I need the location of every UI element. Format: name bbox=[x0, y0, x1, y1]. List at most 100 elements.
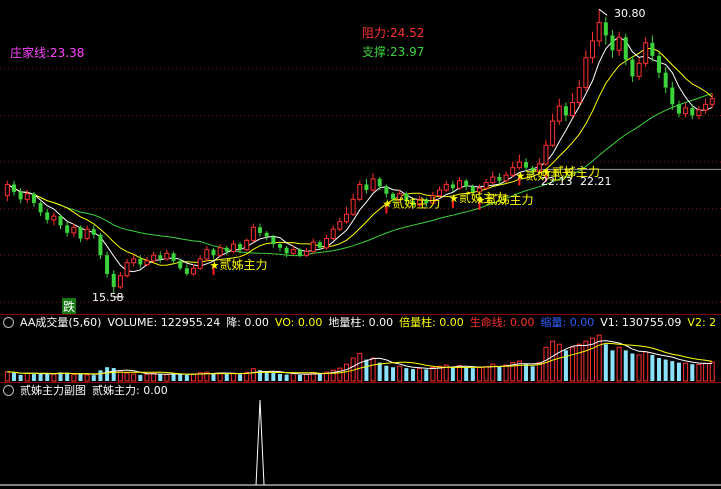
volume-bar bbox=[357, 352, 363, 382]
candle-body-up bbox=[230, 243, 236, 253]
volume-bar bbox=[238, 374, 243, 381]
candle-body-down bbox=[364, 184, 369, 191]
indicator-toggle-icon[interactable] bbox=[3, 384, 14, 396]
candle-body-down bbox=[224, 247, 229, 252]
ma5-line bbox=[7, 36, 713, 273]
volume-bar bbox=[543, 346, 549, 382]
signal-star-icon: ★ bbox=[209, 259, 219, 272]
volume-bar bbox=[297, 374, 302, 381]
candle-body-up bbox=[643, 42, 649, 64]
volume-bar bbox=[277, 373, 282, 381]
candle-body-down bbox=[603, 22, 608, 36]
volume-bar bbox=[164, 374, 170, 382]
volume-bar bbox=[616, 346, 622, 382]
volume-indicator-name[interactable]: AA成交量(5,60) bbox=[20, 316, 101, 329]
volume-bar bbox=[111, 367, 116, 381]
candle-body-up bbox=[636, 62, 642, 77]
candle-body-up bbox=[357, 183, 363, 200]
volume-bar bbox=[191, 373, 197, 382]
candle-body-down bbox=[623, 37, 628, 60]
signal-star-icon: ★ bbox=[515, 170, 525, 183]
candle-body-up bbox=[543, 144, 549, 165]
volume-indicator-item: VOLUME: 122955.24 bbox=[107, 316, 221, 329]
candle-body-down bbox=[211, 249, 216, 256]
candle-body-down bbox=[524, 162, 529, 168]
volume-bar bbox=[696, 363, 702, 382]
candle-body-up bbox=[510, 167, 516, 176]
volume-bar bbox=[670, 361, 675, 381]
volume-bar bbox=[497, 365, 502, 381]
volume-bar bbox=[211, 373, 216, 381]
volume-bar bbox=[450, 366, 455, 381]
volume-indicator-item: V2: 2 bbox=[687, 316, 717, 329]
candle-body-up bbox=[503, 174, 509, 182]
candle-body-up bbox=[696, 109, 702, 117]
volume-bar bbox=[144, 373, 150, 382]
volume-bar bbox=[78, 373, 83, 381]
volume-bar bbox=[464, 367, 469, 381]
candle-body-down bbox=[450, 184, 455, 189]
volume-bar bbox=[317, 373, 322, 381]
volume-bar bbox=[563, 350, 568, 381]
candle-body-up bbox=[117, 275, 123, 288]
volume-bar bbox=[530, 366, 535, 381]
candle-body-down bbox=[497, 176, 502, 181]
volume-bar bbox=[343, 363, 349, 382]
volume-bar bbox=[217, 372, 223, 382]
candle-body-down bbox=[284, 247, 289, 254]
support-label: 支撑:23.97 bbox=[362, 45, 425, 59]
volume-bar bbox=[250, 368, 256, 382]
candle-body-up bbox=[590, 40, 596, 59]
candle-body-down bbox=[610, 35, 615, 51]
candle-body-up bbox=[84, 228, 90, 239]
candle-body-up bbox=[217, 247, 223, 256]
volume-bar bbox=[630, 353, 635, 381]
volume-bar bbox=[224, 373, 229, 381]
candle-body-up bbox=[124, 262, 130, 277]
candle-body-up bbox=[596, 21, 602, 42]
volume-bar bbox=[178, 374, 183, 381]
candle-body-down bbox=[184, 268, 189, 274]
candle-body-up bbox=[4, 183, 10, 197]
volume-indicator-item: VO: 0.00 bbox=[274, 316, 323, 329]
volume-bar bbox=[284, 374, 289, 381]
candle-body-down bbox=[11, 184, 16, 192]
candle-body-down bbox=[178, 260, 183, 269]
signal-label: 贰姊主力 bbox=[485, 192, 533, 207]
volume-indicator-item: V1: 130755.09 bbox=[600, 316, 682, 329]
indicator-toggle-icon[interactable] bbox=[3, 316, 14, 328]
candle-body-down bbox=[676, 104, 681, 114]
volume-bar bbox=[230, 372, 236, 382]
candle-body-down bbox=[238, 244, 243, 250]
volume-bar bbox=[138, 374, 143, 381]
volume-bar bbox=[377, 362, 382, 381]
volume-bar bbox=[536, 362, 542, 382]
candle-body-down bbox=[78, 227, 83, 239]
volume-bar bbox=[524, 364, 529, 381]
last-close-label-a: 22.13 bbox=[541, 175, 573, 188]
volume-indicator-item: 倍量柱: 0.00 bbox=[399, 316, 464, 329]
volume-bar bbox=[91, 375, 96, 381]
candle-body-down bbox=[258, 227, 263, 233]
volume-bar bbox=[264, 371, 269, 381]
volume-bar bbox=[124, 372, 130, 382]
candle-body-up bbox=[290, 249, 296, 254]
volume-bar bbox=[11, 372, 16, 381]
volume-indicator-item: 地量柱: 0.00 bbox=[328, 316, 394, 329]
volume-bar bbox=[457, 365, 463, 382]
sub-indicator-name[interactable]: 贰姊主力副图 bbox=[20, 384, 86, 397]
high-pointer bbox=[598, 8, 608, 16]
candle-body-up bbox=[324, 237, 330, 249]
volume-bar bbox=[84, 374, 90, 382]
candle-body-up bbox=[250, 226, 256, 241]
candle-body-up bbox=[337, 221, 343, 230]
volume-bar bbox=[151, 372, 157, 382]
volume-bar bbox=[650, 354, 655, 381]
volume-bar bbox=[576, 343, 582, 382]
candle-body-down bbox=[38, 203, 43, 213]
volume-bar bbox=[476, 367, 482, 382]
volume-bar bbox=[470, 368, 475, 381]
resistance-label: 阻力:24.52 bbox=[362, 26, 425, 40]
volume-bar bbox=[45, 373, 50, 381]
high-price-label: 30.80 bbox=[614, 7, 646, 20]
